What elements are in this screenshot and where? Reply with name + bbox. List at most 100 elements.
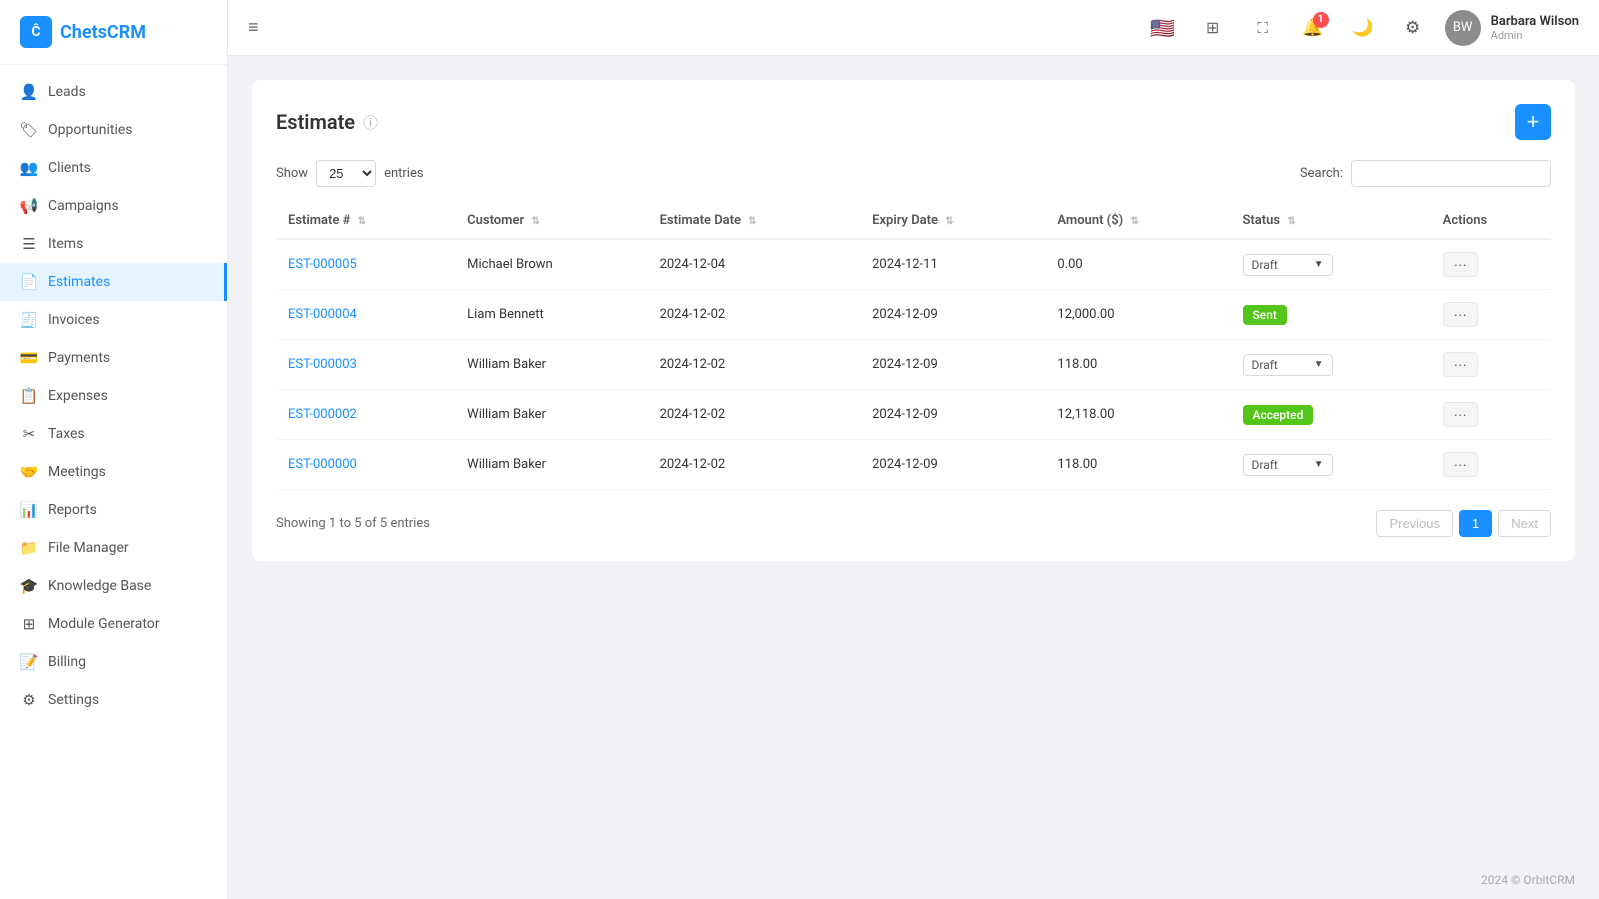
row-actions-button[interactable]: ···: [1443, 352, 1478, 377]
customer-cell: William Baker: [455, 340, 647, 390]
col-estimate_num[interactable]: Estimate # ⇅: [276, 203, 455, 239]
table-row: EST-000002William Baker2024-12-022024-12…: [276, 390, 1551, 440]
header-actions: 🇺🇸 ⊞ ⛶ 🔔 1 🌙 ⚙ BW Barbara Wilson Admin: [1145, 10, 1579, 46]
actions-cell: ···: [1431, 239, 1551, 290]
estimate-link[interactable]: EST-000000: [288, 457, 357, 472]
col-status[interactable]: Status ⇅: [1231, 203, 1431, 239]
clients-icon: 👥: [20, 159, 38, 177]
taxes-icon: ✂: [20, 425, 38, 443]
sidebar-item-billing[interactable]: 📝 Billing: [0, 643, 227, 681]
estimate-link[interactable]: EST-000002: [288, 407, 357, 422]
billing-icon: 📝: [20, 653, 38, 671]
table-body: EST-000005Michael Brown2024-12-042024-12…: [276, 239, 1551, 490]
col-actions[interactable]: Actions: [1431, 203, 1551, 239]
estimate-link[interactable]: EST-000004: [288, 307, 357, 322]
sort-icon-estimate_num: ⇅: [358, 216, 366, 227]
sidebar-item-knowledge-base[interactable]: 🎓 Knowledge Base: [0, 567, 227, 605]
row-actions-button[interactable]: ···: [1443, 302, 1478, 327]
sidebar-item-opportunities[interactable]: 🏷 Opportunities: [0, 111, 227, 149]
sidebar-label-taxes: Taxes: [48, 426, 85, 442]
add-estimate-button[interactable]: +: [1515, 104, 1551, 140]
main-wrapper: ≡ 🇺🇸 ⊞ ⛶ 🔔 1 🌙 ⚙ BW Barbara Wilson Admin: [228, 0, 1599, 899]
user-info[interactable]: BW Barbara Wilson Admin: [1445, 10, 1579, 46]
footer: 2024 © OrbitCRM: [228, 861, 1599, 899]
previous-button[interactable]: Previous: [1376, 510, 1453, 537]
search-input[interactable]: [1351, 160, 1551, 187]
col-expiry_date[interactable]: Expiry Date ⇅: [860, 203, 1045, 239]
sidebar-item-clients[interactable]: 👥 Clients: [0, 149, 227, 187]
settings-icon[interactable]: ⚙: [1395, 10, 1431, 46]
info-icon[interactable]: ⓘ: [363, 112, 378, 133]
module-generator-icon: ⊞: [20, 615, 38, 633]
search-area: Search:: [1300, 160, 1551, 187]
next-button[interactable]: Next: [1498, 510, 1551, 537]
estimate-num-cell: EST-000002: [276, 390, 455, 440]
status-badge[interactable]: Draft ▼: [1243, 454, 1333, 476]
estimates-icon: 📄: [20, 273, 38, 291]
table-row: EST-000003William Baker2024-12-022024-12…: [276, 340, 1551, 390]
pagination-row: Showing 1 to 5 of 5 entries Previous 1 N…: [276, 510, 1551, 537]
table-row: EST-000005Michael Brown2024-12-042024-12…: [276, 239, 1551, 290]
logo-icon: Ĉ: [20, 16, 52, 48]
grid-icon[interactable]: ⊞: [1195, 10, 1231, 46]
pagination-info: Showing 1 to 5 of 5 entries: [276, 516, 430, 531]
sidebar-nav: 👤 Leads 🏷 Opportunities 👥 Clients 📢 Camp…: [0, 65, 227, 899]
campaigns-icon: 📢: [20, 197, 38, 215]
status-cell: Draft ▼: [1231, 340, 1431, 390]
actions-cell: ···: [1431, 290, 1551, 340]
status-cell: Draft ▼: [1231, 440, 1431, 490]
fullscreen-icon[interactable]: ⛶: [1245, 10, 1281, 46]
sidebar-item-meetings[interactable]: 🤝 Meetings: [0, 453, 227, 491]
sidebar-item-file-manager[interactable]: 📁 File Manager: [0, 529, 227, 567]
row-actions-button[interactable]: ···: [1443, 252, 1478, 277]
sidebar-item-leads[interactable]: 👤 Leads: [0, 73, 227, 111]
entries-select[interactable]: 25 10 50 100: [316, 160, 376, 187]
sidebar-item-taxes[interactable]: ✂ Taxes: [0, 415, 227, 453]
row-actions-button[interactable]: ···: [1443, 402, 1478, 427]
amount-cell: 12,118.00: [1045, 390, 1230, 440]
status-badge[interactable]: Draft ▼: [1243, 354, 1333, 376]
sidebar-item-payments[interactable]: 💳 Payments: [0, 339, 227, 377]
page-1-button[interactable]: 1: [1459, 510, 1492, 537]
sidebar-item-estimates[interactable]: 📄 Estimates: [0, 263, 227, 301]
col-customer[interactable]: Customer ⇅: [455, 203, 647, 239]
language-flag[interactable]: 🇺🇸: [1145, 10, 1181, 46]
sort-icon-customer: ⇅: [531, 216, 539, 227]
meetings-icon: 🤝: [20, 463, 38, 481]
status-cell: Sent: [1231, 290, 1431, 340]
sort-icon-expiry_date: ⇅: [945, 216, 953, 227]
entries-label: entries: [384, 166, 424, 181]
notification-bell-icon[interactable]: 🔔 1: [1295, 10, 1331, 46]
dark-mode-icon[interactable]: 🌙: [1345, 10, 1381, 46]
status-cell: Accepted: [1231, 390, 1431, 440]
sidebar-label-campaigns: Campaigns: [48, 198, 119, 214]
sidebar-item-invoices[interactable]: 🧾 Invoices: [0, 301, 227, 339]
sidebar-item-campaigns[interactable]: 📢 Campaigns: [0, 187, 227, 225]
sidebar-item-module-generator[interactable]: ⊞ Module Generator: [0, 605, 227, 643]
estimate-link[interactable]: EST-000003: [288, 357, 357, 372]
status-badge: Accepted: [1243, 405, 1314, 425]
estimate-num-cell: EST-000003: [276, 340, 455, 390]
sort-icon-estimate_date: ⇅: [748, 216, 756, 227]
sidebar-item-reports[interactable]: 📊 Reports: [0, 491, 227, 529]
status-badge: Sent: [1243, 305, 1287, 325]
row-actions-button[interactable]: ···: [1443, 452, 1478, 477]
sidebar-item-expenses[interactable]: 📋 Expenses: [0, 377, 227, 415]
avatar: BW: [1445, 10, 1481, 46]
hamburger-icon[interactable]: ≡: [248, 17, 259, 38]
reports-icon: 📊: [20, 501, 38, 519]
logo-text: ChetsCRM: [60, 22, 146, 43]
col-amount[interactable]: Amount ($) ⇅: [1045, 203, 1230, 239]
estimate-link[interactable]: EST-000005: [288, 257, 357, 272]
page-title: Estimate: [276, 110, 355, 134]
sidebar-label-expenses: Expenses: [48, 388, 108, 404]
table-head: Estimate # ⇅Customer ⇅Estimate Date ⇅Exp…: [276, 203, 1551, 239]
estimate-date-cell: 2024-12-02: [648, 390, 861, 440]
col-estimate_date[interactable]: Estimate Date ⇅: [648, 203, 861, 239]
status-badge[interactable]: Draft ▼: [1243, 254, 1333, 276]
page-header: Estimate ⓘ +: [276, 104, 1551, 140]
sidebar-label-estimates: Estimates: [48, 274, 110, 290]
table-header-row: Estimate # ⇅Customer ⇅Estimate Date ⇅Exp…: [276, 203, 1551, 239]
sidebar-item-settings[interactable]: ⚙ Settings: [0, 681, 227, 719]
sidebar-item-items[interactable]: ☰ Items: [0, 225, 227, 263]
